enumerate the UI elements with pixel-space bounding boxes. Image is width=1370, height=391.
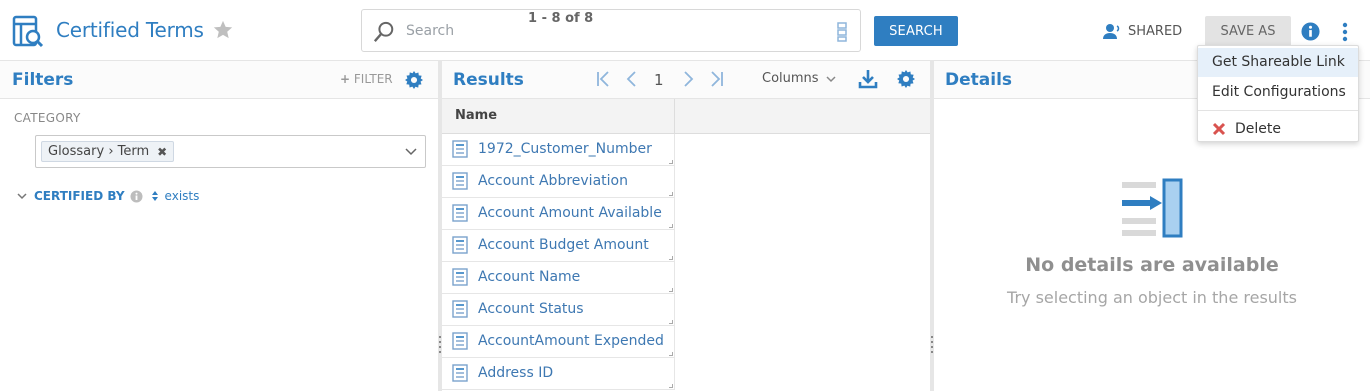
resize-handle[interactable] xyxy=(669,352,673,356)
columns-label: Columns xyxy=(762,71,819,86)
row-name[interactable]: Account Name xyxy=(478,269,580,285)
first-page-icon[interactable] xyxy=(596,70,612,88)
row-name[interactable]: AccountAmount Expended xyxy=(478,333,664,349)
menu-item-edit-configurations[interactable]: Edit Configurations xyxy=(1198,78,1358,107)
info-icon[interactable] xyxy=(1301,22,1320,41)
filters-title: Filters xyxy=(12,70,74,90)
category-select[interactable]: Glossary › Term ✖ xyxy=(35,135,426,168)
resize-handle[interactable] xyxy=(669,384,673,388)
results-title: Results xyxy=(453,70,524,90)
page-number: 1 xyxy=(654,71,664,89)
table-row[interactable]: Address ID xyxy=(442,358,675,390)
prev-page-icon[interactable] xyxy=(624,70,638,88)
add-filter-label: FILTER xyxy=(353,72,393,86)
certified-by-filter[interactable]: CERTIFIED BY exists xyxy=(16,186,199,206)
column-header-name[interactable]: Name xyxy=(442,99,675,134)
app-icon xyxy=(12,15,44,48)
document-icon xyxy=(452,140,468,158)
next-page-icon[interactable] xyxy=(682,70,696,88)
details-empty-title: No details are available xyxy=(1025,254,1279,276)
search-input[interactable] xyxy=(406,18,826,44)
row-name[interactable]: Account Abbreviation xyxy=(478,173,628,189)
plus-icon: + xyxy=(340,72,351,86)
last-page-icon[interactable] xyxy=(708,70,724,88)
row-name[interactable]: Account Budget Amount xyxy=(478,237,649,253)
resize-handle[interactable] xyxy=(669,256,673,260)
category-chip-label: Glossary › Term xyxy=(48,144,150,159)
filters-header: Filters + FILTER xyxy=(0,60,438,99)
resize-handle[interactable] xyxy=(669,288,673,292)
table-row[interactable]: 1972_Customer_Number xyxy=(442,134,675,166)
table-row[interactable]: Account Amount Available xyxy=(442,198,675,230)
row-name[interactable]: 1972_Customer_Number xyxy=(478,141,652,157)
row-name[interactable]: Account Amount Available xyxy=(478,205,662,221)
exists-operator[interactable]: exists xyxy=(165,189,200,203)
chevron-down-icon[interactable] xyxy=(404,145,418,159)
table-row[interactable]: Account Name xyxy=(442,262,675,294)
document-icon xyxy=(452,204,468,222)
chevron-down-icon xyxy=(826,75,836,82)
table-row[interactable]: Account Budget Amount xyxy=(442,230,675,262)
page-title: Certified Terms xyxy=(56,18,204,42)
kebab-icon[interactable] xyxy=(1340,22,1350,42)
document-icon xyxy=(452,332,468,350)
columns-dropdown[interactable]: Columns xyxy=(762,71,837,86)
chevron-down-icon[interactable] xyxy=(16,191,28,201)
chip-remove-icon[interactable]: ✖ xyxy=(157,145,167,159)
document-icon xyxy=(452,172,468,190)
add-filter-button[interactable]: + FILTER xyxy=(340,72,393,86)
details-empty-subtitle: Try selecting an object in the results xyxy=(1007,288,1297,307)
resize-handle[interactable] xyxy=(669,320,673,324)
category-chip: Glossary › Term ✖ xyxy=(41,141,175,162)
search-box[interactable] xyxy=(361,9,861,52)
table-row[interactable]: Account Abbreviation xyxy=(442,166,675,198)
download-icon[interactable] xyxy=(858,69,878,89)
results-table: Name 1972_Customer_Number Account Abbrevi… xyxy=(442,99,930,391)
table-row[interactable]: AccountAmount Expended xyxy=(442,326,675,358)
actions-menu: Get Shareable Link Edit Configurations D… xyxy=(1197,45,1359,142)
resize-handle[interactable] xyxy=(669,160,673,164)
menu-item-delete[interactable]: Delete xyxy=(1198,114,1358,143)
resize-handle[interactable] xyxy=(669,224,673,228)
shared-button[interactable]: SHARED xyxy=(1102,21,1182,41)
sort-icon[interactable] xyxy=(151,190,159,202)
document-icon xyxy=(452,300,468,318)
search-button[interactable]: SEARCH xyxy=(874,16,958,46)
table-header: Name xyxy=(442,99,930,134)
details-empty-icon xyxy=(1122,178,1183,238)
document-icon xyxy=(452,236,468,254)
delete-label: Delete xyxy=(1235,120,1281,137)
table-row[interactable]: Account Status xyxy=(442,294,675,326)
certified-by-label: CERTIFIED BY xyxy=(34,189,125,203)
splitter-right[interactable] xyxy=(930,60,934,391)
search-icon xyxy=(373,21,394,42)
delete-x-icon xyxy=(1212,122,1226,135)
star-icon[interactable] xyxy=(212,19,234,41)
qualifier-icon[interactable] xyxy=(836,22,848,42)
row-name[interactable]: Address ID xyxy=(478,365,553,381)
top-bar: Certified Terms SEARCH SHARED SAVE AS xyxy=(0,0,1370,60)
shared-user-icon xyxy=(1103,24,1120,39)
category-label: CATEGORY xyxy=(14,111,81,125)
details-title: Details xyxy=(945,70,1013,90)
gear-icon[interactable] xyxy=(405,71,423,89)
menu-item-get-shareable-link[interactable]: Get Shareable Link xyxy=(1198,48,1358,77)
document-icon xyxy=(452,364,468,382)
row-name[interactable]: Account Status xyxy=(478,301,584,317)
document-icon xyxy=(452,268,468,286)
menu-divider xyxy=(1198,110,1358,111)
shared-label: SHARED xyxy=(1128,23,1183,39)
save-as-button[interactable]: SAVE AS xyxy=(1205,16,1291,46)
result-range: 1 - 8 of 8 xyxy=(528,11,594,26)
resize-handle[interactable] xyxy=(669,192,673,196)
results-gear-icon[interactable] xyxy=(897,70,915,88)
info-small-icon[interactable] xyxy=(130,190,143,203)
